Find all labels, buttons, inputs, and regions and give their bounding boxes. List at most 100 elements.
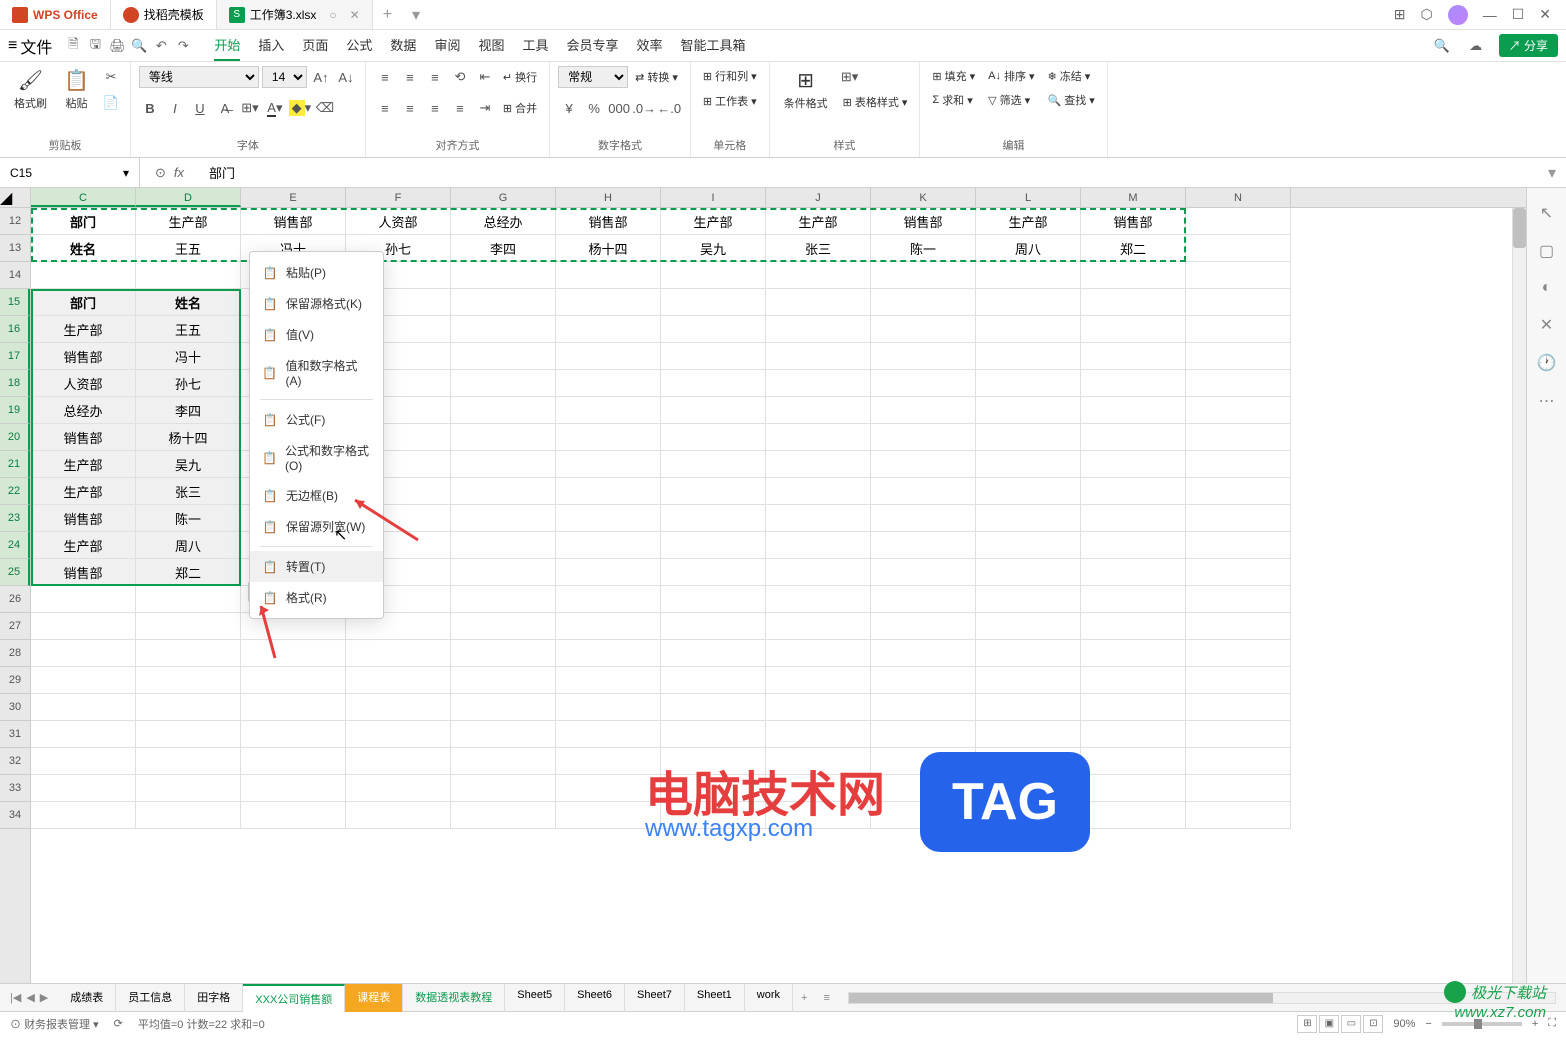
zoom-level[interactable]: 90% — [1393, 1018, 1415, 1030]
cell-K13[interactable]: 陈一 — [871, 235, 976, 262]
ribbon-tab-0[interactable]: 开始 — [214, 30, 240, 61]
history-icon[interactable]: 🕐 — [1537, 353, 1557, 373]
cell-N33[interactable] — [1186, 775, 1291, 802]
col-header-M[interactable]: M — [1081, 188, 1186, 207]
cell-C15[interactable]: 部门 — [31, 289, 136, 316]
cell-G33[interactable] — [451, 775, 556, 802]
close-window-icon[interactable]: ✕ — [1539, 6, 1551, 23]
cell-E12[interactable]: 销售部 — [241, 208, 346, 235]
cell-J29[interactable] — [766, 667, 871, 694]
cell-M29[interactable] — [1081, 667, 1186, 694]
percent-icon[interactable]: % — [583, 97, 605, 119]
cell-N29[interactable] — [1186, 667, 1291, 694]
cell-D30[interactable] — [136, 694, 241, 721]
cell-M28[interactable] — [1081, 640, 1186, 667]
cell-N31[interactable] — [1186, 721, 1291, 748]
row-header-20[interactable]: 20 — [0, 424, 30, 451]
cell-D23[interactable]: 陈一 — [136, 505, 241, 532]
align-bottom-icon[interactable]: ≡ — [424, 66, 446, 88]
col-header-J[interactable]: J — [766, 188, 871, 207]
cell-J17[interactable] — [766, 343, 871, 370]
cell-D24[interactable]: 周八 — [136, 532, 241, 559]
ribbon-tab-6[interactable]: 视图 — [478, 30, 504, 61]
rows-cols-button[interactable]: ⊞ 行和列 ▾ — [699, 66, 761, 86]
cell-K29[interactable] — [871, 667, 976, 694]
cell-L13[interactable]: 周八 — [976, 235, 1081, 262]
italic-icon[interactable]: I — [164, 97, 186, 119]
panel-icon[interactable]: ▢ — [1539, 241, 1554, 261]
cell-C29[interactable] — [31, 667, 136, 694]
worksheet-button[interactable]: ⊞ 工作表 ▾ — [699, 91, 761, 111]
cell-N24[interactable] — [1186, 532, 1291, 559]
cell-H30[interactable] — [556, 694, 661, 721]
cell-C26[interactable] — [31, 586, 136, 613]
cell-J23[interactable] — [766, 505, 871, 532]
cell-G30[interactable] — [451, 694, 556, 721]
ribbon-tab-9[interactable]: 效率 — [637, 30, 663, 61]
cell-L20[interactable] — [976, 424, 1081, 451]
cell-I20[interactable] — [661, 424, 766, 451]
number-format-select[interactable]: 常规 — [558, 66, 628, 88]
cell-J13[interactable]: 张三 — [766, 235, 871, 262]
cell-K30[interactable] — [871, 694, 976, 721]
row-header-14[interactable]: 14 — [0, 262, 30, 289]
align-top-icon[interactable]: ≡ — [374, 66, 396, 88]
cell-K12[interactable]: 销售部 — [871, 208, 976, 235]
context-item-4[interactable]: 📋公式(F) — [250, 404, 383, 435]
comma-icon[interactable]: 000 — [608, 97, 630, 119]
context-item-6[interactable]: 📋无边框(B) — [250, 480, 383, 511]
cell-H31[interactable] — [556, 721, 661, 748]
cell-I27[interactable] — [661, 613, 766, 640]
freeze-button[interactable]: ❄ 冻结 ▾ — [1044, 66, 1099, 86]
cell-D15[interactable]: 姓名 — [136, 289, 241, 316]
cell-N27[interactable] — [1186, 613, 1291, 640]
cell-M33[interactable] — [1081, 775, 1186, 802]
reading-view-icon[interactable]: ▭ — [1341, 1015, 1361, 1033]
row-header-16[interactable]: 16 — [0, 316, 30, 343]
cell-G26[interactable] — [451, 586, 556, 613]
cell-I21[interactable] — [661, 451, 766, 478]
cell-C31[interactable] — [31, 721, 136, 748]
cell-C34[interactable] — [31, 802, 136, 829]
cell-L18[interactable] — [976, 370, 1081, 397]
cell-G15[interactable] — [451, 289, 556, 316]
cell-N14[interactable] — [1186, 262, 1291, 289]
cell-L14[interactable] — [976, 262, 1081, 289]
row-header-17[interactable]: 17 — [0, 343, 30, 370]
cell-H22[interactable] — [556, 478, 661, 505]
cell-K24[interactable] — [871, 532, 976, 559]
cell-D28[interactable] — [136, 640, 241, 667]
cell-M20[interactable] — [1081, 424, 1186, 451]
cell-D33[interactable] — [136, 775, 241, 802]
cell-N20[interactable] — [1186, 424, 1291, 451]
cell-H12[interactable]: 销售部 — [556, 208, 661, 235]
cell-C28[interactable] — [31, 640, 136, 667]
ribbon-tab-8[interactable]: 会员专享 — [566, 30, 618, 61]
cell-M19[interactable] — [1081, 397, 1186, 424]
cell-I12[interactable]: 生产部 — [661, 208, 766, 235]
context-item-8[interactable]: 📋转置(T) — [250, 551, 383, 582]
cell-L16[interactable] — [976, 316, 1081, 343]
find-button[interactable]: 🔍 查找 ▾ — [1044, 90, 1099, 110]
sheet-tab-2[interactable]: 田字格 — [185, 984, 243, 1012]
select-all-corner[interactable]: ◢ — [0, 188, 31, 208]
fill-button[interactable]: ⊞ 填充 ▾ — [928, 66, 979, 86]
cell-L27[interactable] — [976, 613, 1081, 640]
sheet-tab-6[interactable]: Sheet5 — [505, 984, 565, 1012]
cell-I24[interactable] — [661, 532, 766, 559]
cell-J31[interactable] — [766, 721, 871, 748]
cell-E32[interactable] — [241, 748, 346, 775]
merge-button[interactable]: ⊞ 合并 — [499, 98, 541, 118]
cell-J25[interactable] — [766, 559, 871, 586]
row-header-22[interactable]: 22 — [0, 478, 30, 505]
cell-N21[interactable] — [1186, 451, 1291, 478]
print-icon[interactable]: 🖨 — [106, 35, 128, 57]
zoom-out-icon[interactable]: − — [1425, 1018, 1431, 1030]
cell-N19[interactable] — [1186, 397, 1291, 424]
cell-L29[interactable] — [976, 667, 1081, 694]
cell-K26[interactable] — [871, 586, 976, 613]
ribbon-tab-3[interactable]: 公式 — [346, 30, 372, 61]
minimize-icon[interactable]: — — [1483, 7, 1497, 23]
cell-K20[interactable] — [871, 424, 976, 451]
cell-D31[interactable] — [136, 721, 241, 748]
